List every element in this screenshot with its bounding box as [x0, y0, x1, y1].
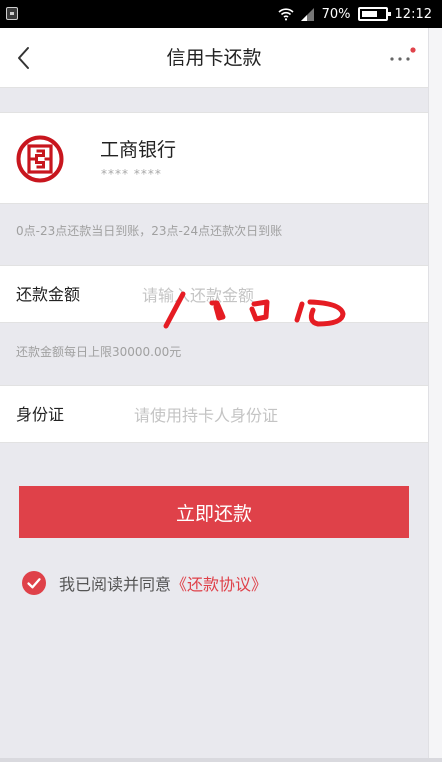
bank-card-row[interactable]: 工商银行 **** **** — [0, 112, 428, 204]
bank-name: 工商银行 — [100, 139, 177, 161]
icbc-logo — [16, 135, 64, 183]
signal-icon — [300, 7, 314, 21]
card-number: **** **** — [101, 167, 162, 181]
arrival-time-note: 0点-23点还款当日到账，23点-24点还款次日到账 — [16, 224, 283, 238]
amount-label: 还款金额 — [16, 285, 81, 304]
back-chevron-icon[interactable] — [14, 45, 36, 71]
id-label: 身份证 — [16, 405, 65, 424]
bottom-edge — [0, 758, 442, 762]
battery-fill — [361, 11, 377, 17]
status-indicators: 70% 12:12 — [278, 0, 432, 28]
wifi-icon — [278, 8, 294, 21]
agreement-row: 我已阅读并同意 《还款协议》 — [22, 570, 267, 596]
battery-icon — [357, 7, 391, 21]
battery-percent: 70% — [321, 6, 351, 22]
agreement-text: 我已阅读并同意 — [59, 575, 172, 594]
page-title: 信用卡还款 — [166, 47, 262, 69]
agreement-link[interactable]: 《还款协议》 — [171, 571, 267, 595]
nav-bar: 信用卡还款 — [0, 28, 428, 88]
scrollbar-track[interactable] — [428, 28, 442, 762]
check-circle-icon[interactable] — [22, 571, 46, 595]
id-row: 身份证 — [0, 385, 428, 443]
notification-app-icon — [6, 7, 18, 20]
more-dots-icon[interactable] — [388, 46, 416, 68]
id-input[interactable] — [134, 394, 384, 436]
amount-row: 还款金额 — [0, 265, 428, 323]
daily-limit-note: 还款金额每日上限30000.00元 — [16, 345, 182, 359]
amount-input[interactable] — [142, 274, 392, 316]
status-time: 12:12 — [394, 6, 432, 22]
status-bar: 70% 12:12 — [0, 0, 442, 28]
pay-now-button[interactable]: 立即还款 — [19, 486, 409, 538]
